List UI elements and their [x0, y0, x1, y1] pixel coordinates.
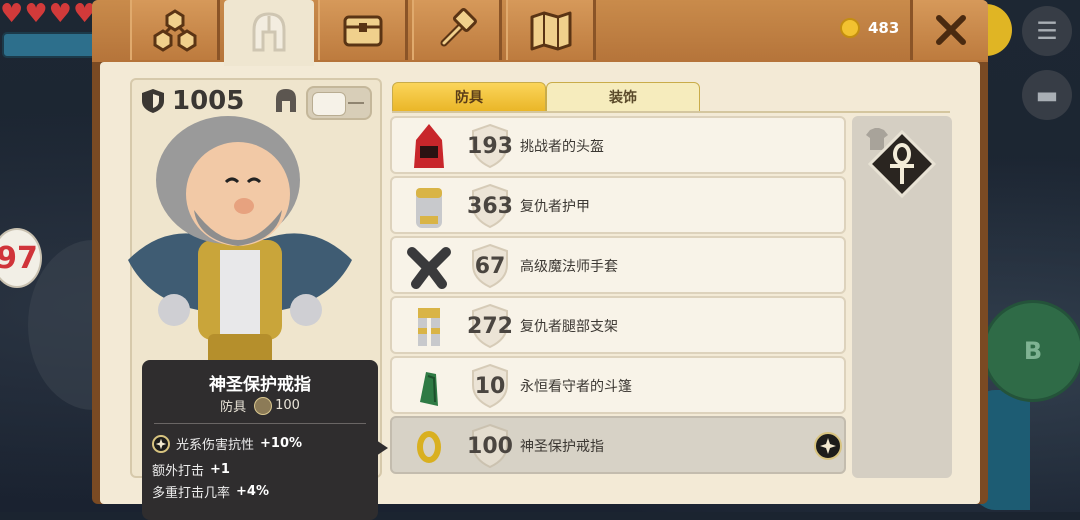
item-armor-value: 272 [467, 313, 513, 339]
stat-label: 额外打击 [152, 464, 205, 479]
tooltip-subtitle: 防具 100 [142, 396, 378, 415]
gold-ring-icon [417, 431, 441, 463]
mana-bar [2, 32, 102, 58]
list-item[interactable]: 272 复仇者腿部支架 [390, 296, 846, 354]
item-armor-value: 193 [467, 133, 513, 159]
stat-value: +1 [210, 462, 230, 477]
light-enchant-icon [814, 432, 842, 460]
close-icon [935, 15, 966, 45]
red-hood-icon [414, 124, 444, 168]
item-armor-value: 363 [467, 193, 513, 219]
tooltip-stat-extra-strike: 额外打击 +1 [152, 460, 230, 479]
list-item[interactable]: 67 高级魔法师手套 [390, 236, 846, 294]
list-item-selected[interactable]: 100 神圣保护戒指 [390, 416, 846, 474]
tooltip-stat-light-resist: 光系伤害抗性 +10% [152, 434, 302, 453]
coin-counter: 483 [840, 18, 899, 38]
stat-label: 光系伤害抗性 [176, 438, 255, 453]
tooltip-title: 神圣保护戒指 [209, 375, 311, 395]
tab-armor[interactable] [224, 0, 314, 66]
camera-icon[interactable]: ▬ [1022, 70, 1072, 120]
stat-label: 多重打击几率 [152, 486, 231, 501]
tab-map[interactable] [506, 0, 596, 60]
tooltip-stat-multistrike: 多重打击几率 +4% [152, 482, 269, 501]
stat-value: +10% [260, 436, 303, 451]
ankh-artifact-icon[interactable] [868, 130, 936, 198]
subtab-divider [392, 111, 950, 113]
item-armor-value: 67 [474, 253, 506, 279]
green-cloak-icon [420, 372, 438, 406]
tab-bar: 483 [92, 0, 988, 66]
item-name: 复仇者腿部支架 [520, 319, 618, 335]
subtab-armor[interactable]: 防具 [392, 82, 546, 112]
tooltip-pointer [376, 440, 388, 456]
item-tooltip: 神圣保护戒指 防具 100 光系伤害抗性 +10% 额外打击 +1 多重打击几率… [142, 360, 378, 520]
health-hearts: ♥ ♥ ♥ ♥ [0, 0, 96, 29]
tab-inventory[interactable] [318, 0, 408, 60]
item-name: 高级魔法师手套 [520, 259, 618, 275]
tooltip-armor-value: 100 [275, 398, 300, 413]
list-item[interactable]: 193 挑战者的头盔 [390, 116, 846, 174]
coin-icon [840, 18, 860, 38]
stat-value: +4% [236, 484, 269, 499]
skill-tree-icon [153, 9, 196, 52]
tab-crafting[interactable] [412, 0, 502, 60]
helmet-icon [252, 12, 286, 52]
list-item[interactable]: 10 永恒看守者的斗篷 [390, 356, 846, 414]
item-name: 复仇者护甲 [520, 199, 590, 215]
coin-count: 483 [868, 19, 900, 37]
menu-icon[interactable]: ☰ [1022, 6, 1072, 56]
action-button-b[interactable]: B [982, 300, 1080, 402]
heart-icon: ♥ [0, 0, 24, 29]
item-armor-value: 100 [467, 433, 513, 459]
hammer-icon [440, 8, 477, 47]
tooltip-divider [154, 423, 366, 424]
map-icon [530, 11, 571, 51]
chest-icon [343, 15, 382, 47]
close-button[interactable] [910, 0, 988, 60]
gloves-icon [407, 247, 451, 289]
item-armor-value: 10 [474, 373, 506, 399]
heart-icon: ♥ [48, 0, 72, 29]
tooltip-type: 防具 [220, 400, 247, 415]
toggle-dash [348, 102, 364, 104]
item-name: 挑战者的头盔 [520, 139, 604, 155]
item-name: 神圣保护戒指 [520, 439, 604, 455]
mini-shield-icon [254, 396, 273, 415]
heart-icon: ♥ [24, 0, 48, 29]
tab-skills[interactable] [130, 0, 220, 60]
subtab-accessories[interactable]: 装饰 [546, 82, 700, 112]
gold-leggings-icon [418, 308, 440, 346]
tooltip-armor: 100 [254, 396, 300, 415]
light-enchant-icon [152, 434, 170, 453]
gold-chestplate-icon [416, 188, 442, 228]
list-item[interactable]: 363 复仇者护甲 [390, 176, 846, 234]
item-name: 永恒看守者的斗篷 [520, 379, 632, 395]
